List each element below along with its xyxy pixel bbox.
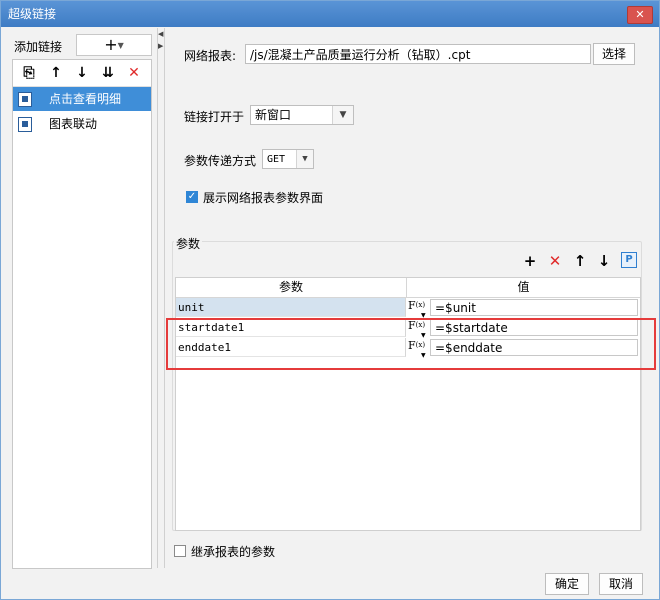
- formula-icon[interactable]: F(x) ▼: [408, 298, 428, 319]
- chevron-down-icon: ▼: [332, 106, 353, 124]
- title-bar: 超级链接 ✕: [1, 1, 659, 27]
- add-link-button[interactable]: +▼: [76, 34, 152, 56]
- param-name-header: 参数: [176, 278, 407, 298]
- move-up-icon[interactable]: ↑: [571, 252, 589, 270]
- inherit-params-checkbox[interactable]: [174, 545, 186, 557]
- dialog-title: 超级链接: [8, 7, 57, 21]
- move-bottom-icon[interactable]: ⇊: [98, 63, 118, 83]
- table-row[interactable]: unit F(x) ▼ =$unit: [176, 298, 640, 319]
- show-params-checkbox[interactable]: ✓: [186, 191, 198, 203]
- open-in-value: 新窗口: [255, 108, 292, 122]
- param-name-cell[interactable]: unit: [176, 298, 406, 317]
- params-group-title: 参数: [174, 235, 203, 252]
- method-select[interactable]: GET ▼: [262, 149, 314, 169]
- link-item-label: 点击查看明细: [49, 92, 122, 106]
- panel-splitter[interactable]: ◀ ▶: [157, 28, 165, 568]
- delete-param-icon[interactable]: ✕: [546, 252, 564, 270]
- param-value-cell[interactable]: =$unit: [430, 299, 638, 316]
- params-table: 参数 值 unit F(x) ▼ =$unit startdate1 F(x) ▼ …: [175, 277, 641, 531]
- highlight-box: [166, 318, 656, 370]
- method-value: GET: [267, 154, 286, 165]
- arrow-down-icon[interactable]: ↓: [72, 63, 92, 83]
- open-in-label: 链接打开于: [184, 110, 245, 124]
- report-label: 网络报表:: [184, 49, 237, 63]
- close-button[interactable]: ✕: [627, 6, 653, 24]
- choose-button[interactable]: 选择: [593, 43, 635, 65]
- link-item-label: 图表联动: [49, 117, 98, 131]
- add-link-label: 添加链接: [14, 40, 63, 54]
- param-value-header: 值: [407, 278, 640, 298]
- inherit-params-label: 继承报表的参数: [191, 545, 276, 559]
- link-page-icon: [18, 117, 32, 132]
- add-param-icon[interactable]: +: [521, 252, 539, 270]
- collapse-left-icon[interactable]: ◀: [158, 30, 163, 38]
- link-page-icon: [18, 92, 32, 107]
- collapse-right-icon[interactable]: ▶: [158, 42, 163, 50]
- open-in-select[interactable]: 新窗口 ▼: [250, 105, 354, 125]
- link-toolbar: ⎘ ↑ ↓ ⇊ ✕: [13, 60, 151, 87]
- show-params-label: 展示网络报表参数界面: [203, 191, 324, 205]
- link-item[interactable]: 点击查看明细: [13, 87, 151, 111]
- copy-icon[interactable]: ⎘: [19, 63, 39, 83]
- cancel-button[interactable]: 取消: [599, 573, 643, 595]
- method-label: 参数传递方式: [184, 154, 257, 168]
- link-item[interactable]: 图表联动: [13, 112, 151, 136]
- move-down-icon[interactable]: ↓: [595, 252, 613, 270]
- plus-icon: +: [104, 35, 118, 54]
- ok-button[interactable]: 确定: [545, 573, 589, 595]
- chevron-down-icon: ▼: [296, 150, 313, 168]
- arrow-up-icon[interactable]: ↑: [46, 63, 66, 83]
- link-list: ⎘ ↑ ↓ ⇊ ✕ 点击查看明细 图表联动: [12, 59, 152, 569]
- link-list-panel: 添加链接 +▼ ⎘ ↑ ↓ ⇊ ✕ 点击查看明细 图表联动: [12, 33, 154, 569]
- param-p-icon[interactable]: P: [621, 252, 637, 268]
- report-path-input[interactable]: /js/混凝土产品质量运行分析（钻取）.cpt: [245, 44, 591, 64]
- chevron-down-icon: ▼: [117, 41, 124, 50]
- delete-icon[interactable]: ✕: [124, 63, 144, 83]
